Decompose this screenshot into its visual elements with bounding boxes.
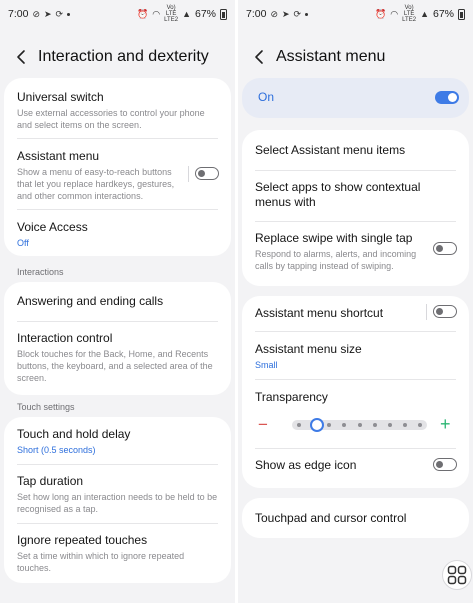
card-touchpad: Touchpad and cursor control	[242, 498, 469, 538]
battery-icon	[458, 8, 465, 20]
touch-hold-delay-row[interactable]: Touch and hold delay Short (0.5 seconds)	[4, 427, 231, 456]
transparency-row: Transparency	[255, 390, 328, 404]
assistant-menu-master-toggle[interactable]	[435, 91, 459, 104]
slider-thumb[interactable]	[310, 418, 325, 432]
slider-tick	[372, 423, 377, 427]
plus-icon[interactable]: +	[440, 414, 451, 435]
card-menu-items: Select Assistant menu items Select apps …	[242, 130, 469, 286]
signal-icon: ▲	[420, 8, 429, 19]
volte-indicator: Vo) LTE LTE2	[402, 5, 417, 23]
alarm-icon: ⏰	[375, 8, 387, 19]
page-title: Assistant menu	[276, 48, 386, 65]
card-touch-settings: Touch and hold delay Short (0.5 seconds)…	[4, 417, 231, 583]
on-switch-card[interactable]: On	[242, 78, 469, 118]
back-arrow-icon[interactable]	[252, 49, 268, 65]
assistant-size-row[interactable]: Assistant menu size Small	[242, 342, 469, 371]
status-time: 7:00	[246, 8, 267, 20]
interaction-control-row[interactable]: Interaction control Block touches for th…	[4, 331, 231, 384]
replace-swipe-toggle[interactable]	[433, 242, 457, 255]
universal-switch-row[interactable]: Universal switch Use external accessorie…	[4, 90, 231, 131]
section-header-touch-settings: Touch settings	[17, 402, 75, 412]
grid-icon	[447, 565, 467, 585]
on-label: On	[258, 90, 275, 104]
battery-percent: 67%	[194, 8, 216, 20]
transparency-slider[interactable]	[292, 418, 427, 432]
slider-tick	[342, 423, 347, 427]
wifi-icon: ◠	[152, 8, 161, 19]
touchpad-cursor-row[interactable]: Touchpad and cursor control	[242, 511, 469, 526]
slider-tick	[357, 423, 362, 427]
volte-indicator: Vo) LTE LTE2	[164, 5, 179, 23]
status-bar: 7:00 ⊘ ➤ ⟳ ⏰ ◠ Vo) LTE LTE2 ▲ 67%	[0, 0, 235, 28]
section-header-interactions: Interactions	[17, 267, 64, 277]
voice-access-row[interactable]: Voice Access Off	[4, 220, 231, 249]
notification-icon: ⊘	[32, 8, 40, 19]
sync-icon: ⟳	[55, 8, 64, 19]
select-apps-contextual-row[interactable]: Select apps to show contextual menus wit…	[242, 180, 469, 210]
slider-tick	[297, 423, 301, 427]
notification-icon: ⊘	[270, 8, 278, 19]
slider-tick	[402, 423, 407, 427]
show-edge-icon-toggle[interactable]	[433, 458, 457, 471]
assistant-menu-floating-button[interactable]	[442, 560, 472, 590]
status-bar: 7:00 ⊘ ➤ ⟳ ⏰ ◠ Vo) LTE LTE2 ▲ 67%	[238, 0, 473, 28]
slider-tick	[327, 423, 332, 427]
slider-tick	[418, 423, 422, 427]
assistant-menu-toggle[interactable]	[195, 167, 219, 180]
page-title: Interaction and dexterity	[38, 48, 209, 65]
more-notifications-dot-icon	[305, 12, 309, 16]
slider-tick	[387, 423, 392, 427]
select-assistant-items-row[interactable]: Select Assistant menu items	[242, 143, 469, 158]
alarm-icon: ⏰	[137, 8, 149, 19]
back-arrow-icon[interactable]	[14, 49, 30, 65]
right-panel: 7:00 ⊘ ➤ ⟳ ⏰ ◠ Vo) LTE LTE2 ▲ 67% Assistan…	[238, 0, 473, 603]
more-notifications-dot-icon	[67, 12, 71, 16]
battery-percent: 67%	[432, 8, 454, 20]
location-icon: ➤	[43, 8, 52, 19]
signal-icon: ▲	[182, 8, 191, 19]
minus-icon[interactable]: −	[258, 415, 268, 435]
title-bar: Assistant menu	[238, 40, 473, 74]
sync-icon: ⟳	[293, 8, 302, 19]
answering-calls-row[interactable]: Answering and ending calls	[4, 294, 231, 309]
ignore-repeated-touches-row[interactable]: Ignore repeated touches Set a time withi…	[4, 533, 231, 574]
title-bar: Interaction and dexterity	[0, 40, 235, 74]
status-time: 7:00	[8, 8, 29, 20]
battery-icon	[220, 8, 227, 20]
wifi-icon: ◠	[390, 8, 399, 19]
location-icon: ➤	[281, 8, 290, 19]
card-main-settings: Universal switch Use external accessorie…	[4, 78, 231, 256]
tap-duration-row[interactable]: Tap duration Set how long an interaction…	[4, 474, 231, 515]
left-panel: 7:00 ⊘ ➤ ⟳ ⏰ ◠ Vo) LTE LTE2 ▲ 67% Interact…	[0, 0, 235, 603]
assistant-shortcut-toggle[interactable]	[433, 305, 457, 318]
card-interactions: Answering and ending calls Interaction c…	[4, 282, 231, 395]
transparency-slider-row: − +	[242, 414, 469, 434]
card-appearance: Assistant menu shortcut Assistant menu s…	[242, 296, 469, 488]
